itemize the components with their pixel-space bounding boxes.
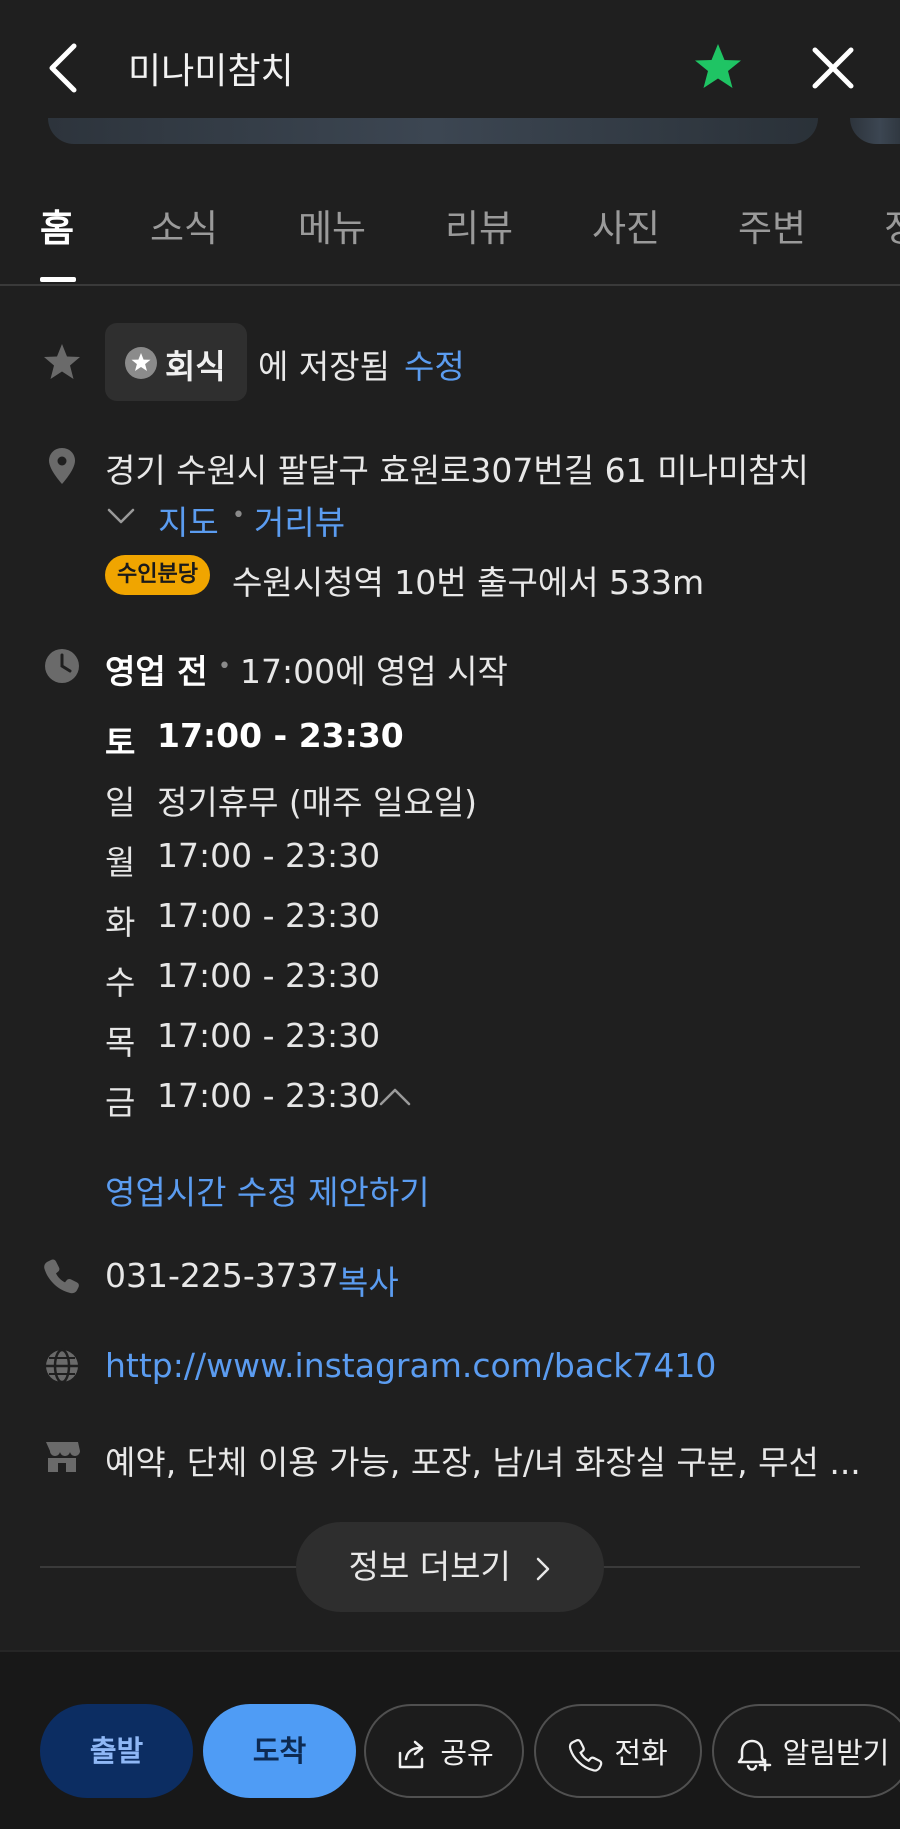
- star-icon: [125, 347, 157, 379]
- globe-icon: [46, 1348, 78, 1384]
- location-pin-icon: [49, 448, 75, 484]
- share-button[interactable]: 공유: [364, 1704, 524, 1798]
- edit-saved-link[interactable]: 수정: [404, 340, 465, 388]
- alarm-button[interactable]: 알림받기: [712, 1704, 900, 1798]
- copy-phone-link[interactable]: 복사: [338, 1256, 399, 1304]
- tab-news[interactable]: 소식: [150, 198, 218, 252]
- bottom-action-bar: 출발 도착 공유 전화 알림받기: [0, 1650, 900, 1829]
- saved-list-chip[interactable]: 회식: [105, 323, 247, 401]
- tab-info[interactable]: 정: [884, 198, 900, 252]
- link-separator: •: [232, 503, 245, 528]
- tab-nearby[interactable]: 주변: [738, 198, 806, 252]
- saved-status-text: 에 저장됨: [258, 347, 390, 386]
- hours-day: 일: [105, 783, 136, 822]
- alarm-label: 알림받기: [782, 1736, 890, 1770]
- call-label: 전화: [614, 1736, 668, 1770]
- phone-number[interactable]: 031-225-3737: [105, 1256, 339, 1295]
- store-icon: [46, 1442, 80, 1472]
- hours-time: 17:00 - 23:30: [157, 716, 404, 755]
- phone-icon: [44, 1259, 79, 1294]
- star-icon: [695, 44, 741, 88]
- close-icon: [812, 47, 854, 89]
- saved-list-name: 회식: [165, 347, 226, 386]
- app-header: 미나미참치: [0, 0, 900, 144]
- open-status-detail: 17:00에 영업 시작: [240, 652, 508, 691]
- chevron-left-icon: [49, 43, 77, 93]
- open-status[interactable]: 영업 전: [105, 645, 208, 693]
- favorite-button[interactable]: [690, 40, 746, 96]
- address-text[interactable]: 경기 수원시 팔달구 효원로307번길 61 미나미참치: [105, 444, 809, 492]
- hours-day: 토: [105, 723, 136, 762]
- bell-plus-icon: [737, 1739, 771, 1772]
- chevron-down-icon[interactable]: [106, 506, 136, 526]
- depart-button[interactable]: 출발: [40, 1704, 193, 1798]
- hours-day: 목: [105, 1023, 136, 1062]
- tab-photos[interactable]: 사진: [592, 198, 660, 252]
- hours-time: 17:00 - 23:30: [157, 956, 381, 995]
- arrive-button[interactable]: 도착: [203, 1704, 356, 1798]
- share-label: 공유: [440, 1736, 494, 1770]
- call-button[interactable]: 전화: [534, 1704, 702, 1798]
- page-title: 미나미참치: [128, 51, 294, 92]
- phone-icon: [569, 1739, 603, 1772]
- hours-time: 17:00 - 23:30: [157, 1076, 381, 1115]
- photo-thumbnail[interactable]: [850, 118, 900, 144]
- hours-time: 17:00 - 23:30: [157, 836, 381, 875]
- map-link[interactable]: 지도: [158, 496, 219, 544]
- photo-thumbnail[interactable]: [48, 118, 818, 144]
- hours-day: 화: [105, 903, 136, 942]
- hours-time: 정기휴무 (매주 일요일): [157, 783, 477, 822]
- hours-day: 금: [105, 1083, 136, 1122]
- chevron-up-icon[interactable]: [378, 1086, 412, 1108]
- suggest-hours-edit-link[interactable]: 영업시간 수정 제안하기: [105, 1166, 430, 1214]
- status-separator: •: [218, 654, 231, 679]
- subway-distance-text: 수원시청역 10번 출구에서 533m: [232, 563, 705, 602]
- subway-line-badge: 수인분당: [105, 555, 210, 595]
- hours-time: 17:00 - 23:30: [157, 1016, 381, 1055]
- more-info-label: 정보 더보기: [348, 1547, 511, 1586]
- tab-active-indicator: [40, 277, 76, 282]
- tab-menu[interactable]: 메뉴: [298, 198, 366, 252]
- share-icon: [399, 1740, 424, 1769]
- streetview-link[interactable]: 거리뷰: [254, 496, 345, 544]
- hours-day: 수: [105, 963, 136, 1002]
- hours-day: 월: [105, 843, 136, 882]
- hours-time: 17:00 - 23:30: [157, 896, 381, 935]
- back-button[interactable]: [40, 38, 90, 98]
- website-link[interactable]: http://www.instagram.com/back7410: [105, 1346, 716, 1385]
- clock-icon: [45, 649, 79, 683]
- more-info-button[interactable]: 정보 더보기: [296, 1522, 604, 1612]
- tab-bar: 홈 소식 메뉴 리뷰 사진 주변 정: [0, 168, 900, 286]
- star-icon: [44, 344, 80, 379]
- close-button[interactable]: [805, 40, 861, 96]
- amenities-text[interactable]: 예약, 단체 이용 가능, 포장, 남/녀 화장실 구분, 무선 ...: [105, 1436, 861, 1484]
- tab-reviews[interactable]: 리뷰: [445, 198, 513, 252]
- chevron-right-icon: [537, 1557, 550, 1580]
- tab-home[interactable]: 홈: [40, 198, 74, 252]
